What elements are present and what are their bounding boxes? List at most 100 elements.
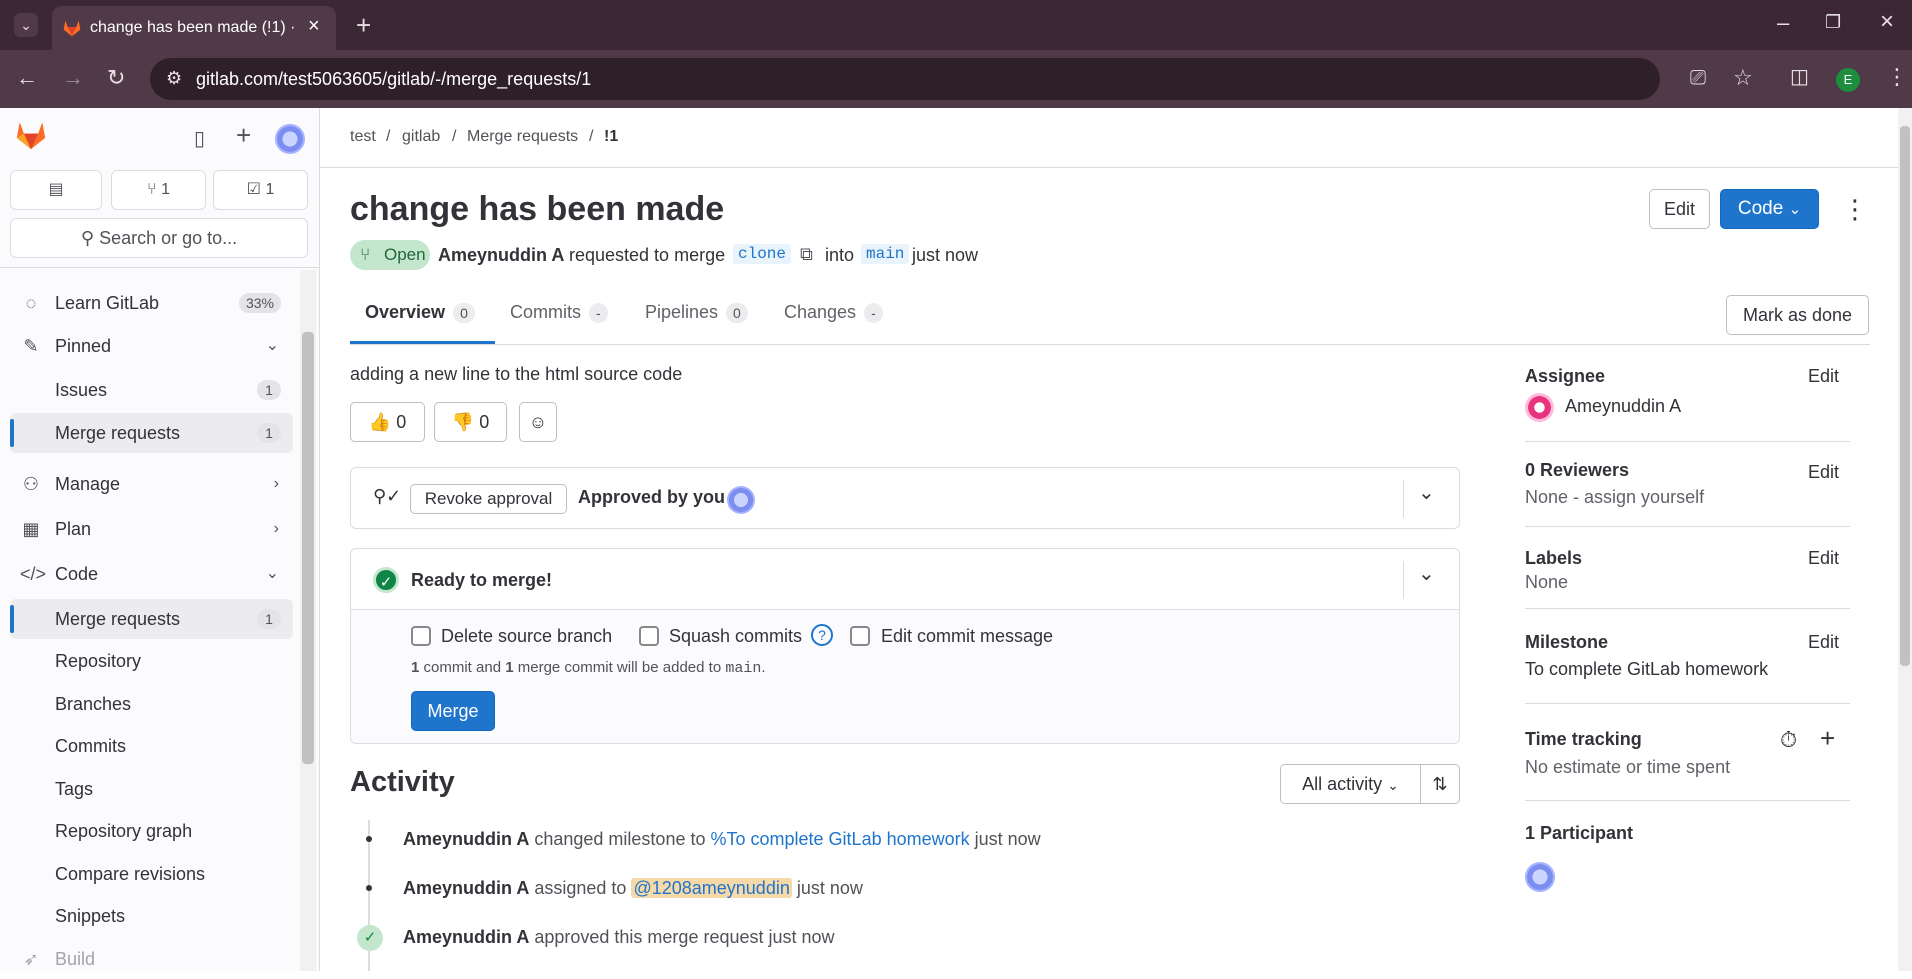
activity-author[interactable]: Ameynuddin A bbox=[403, 878, 529, 898]
approver-avatar[interactable] bbox=[727, 486, 755, 514]
merge-button[interactable]: Merge bbox=[411, 691, 495, 731]
profile-avatar[interactable]: E bbox=[1836, 68, 1860, 92]
thumbs-up-button[interactable]: 👍 0 bbox=[350, 402, 425, 442]
target-branch[interactable]: main bbox=[861, 244, 910, 264]
snippets-label: Snippets bbox=[55, 906, 126, 926]
sidebar-section-plan[interactable]: ▦ Plan › bbox=[10, 509, 293, 549]
user-mention-link[interactable]: @1208ameynuddin bbox=[631, 878, 792, 898]
assignee-edit-link[interactable]: Edit bbox=[1808, 366, 1839, 387]
search-icon: ⚲ bbox=[80, 228, 95, 248]
tab-overview[interactable]: Overview 0 bbox=[365, 302, 475, 323]
activity-author[interactable]: Ameynuddin A bbox=[403, 829, 529, 849]
sidebar-item-pinned-issues[interactable]: Issues 1 bbox=[10, 370, 293, 410]
milestone-link[interactable]: %To complete GitLab homework bbox=[711, 829, 970, 849]
stopwatch-icon[interactable]: ⏱ bbox=[1780, 727, 1797, 753]
milestone-value[interactable]: To complete GitLab homework bbox=[1525, 659, 1768, 680]
tab-commits[interactable]: Commits - bbox=[510, 302, 608, 323]
participants-heading: 1 Participant bbox=[1525, 823, 1634, 843]
gitlab-logo-icon[interactable] bbox=[14, 118, 48, 152]
restore-icon[interactable]: ❐ bbox=[1825, 13, 1841, 31]
copy-branch-icon[interactable]: ⧉ bbox=[800, 244, 813, 265]
sidebar-section-pinned[interactable]: ✎ Pinned ⌄ bbox=[10, 326, 293, 366]
activity-author[interactable]: Ameynuddin A bbox=[403, 927, 529, 947]
breadcrumb-item-mr[interactable]: !1 bbox=[604, 128, 618, 146]
sidebar-item-repository[interactable]: Repository bbox=[10, 641, 293, 681]
edit-button[interactable]: Edit bbox=[1649, 189, 1710, 229]
mark-as-done-button[interactable]: Mark as done bbox=[1726, 295, 1869, 335]
revoke-approval-button[interactable]: Revoke approval bbox=[410, 484, 567, 514]
assignee-name[interactable]: Ameynuddin A bbox=[1565, 396, 1681, 417]
sidebar-section-build[interactable]: ➶ Build bbox=[10, 939, 293, 979]
assigned-issues-button[interactable]: ▤ bbox=[10, 170, 102, 210]
browser-tab-active[interactable]: change has been made (!1) · Me × bbox=[52, 6, 336, 50]
browser-menu-icon[interactable]: ⋮ bbox=[1886, 66, 1908, 88]
tab-close-icon[interactable]: × bbox=[308, 15, 320, 38]
sidebar-item-compare-revisions[interactable]: Compare revisions bbox=[10, 854, 293, 894]
author-link[interactable]: Ameynuddin A bbox=[438, 245, 564, 266]
back-icon[interactable]: ← bbox=[16, 67, 38, 89]
assignee-avatar[interactable] bbox=[1525, 393, 1554, 422]
address-bar[interactable]: ⚙ gitlab.com/test5063605/gitlab/-/merge_… bbox=[150, 58, 1753, 100]
reviewers-value[interactable]: None - assign yourself bbox=[1525, 487, 1704, 508]
merge-requests-button[interactable]: ⑂ 1 bbox=[111, 170, 206, 210]
reload-icon[interactable]: ↻ bbox=[107, 67, 125, 89]
labels-edit-link[interactable]: Edit bbox=[1808, 548, 1839, 569]
participant-avatar[interactable] bbox=[1525, 862, 1555, 892]
sidebar-item-branches[interactable]: Branches bbox=[10, 684, 293, 724]
add-reaction-button[interactable]: ☺ bbox=[519, 402, 557, 442]
sidebar-item-commits[interactable]: Commits bbox=[10, 726, 293, 766]
breadcrumb-item-merge-requests[interactable]: Merge requests bbox=[467, 128, 578, 146]
sidebar-item-code-merge-requests[interactable]: Merge requests 1 bbox=[10, 599, 293, 639]
sidebar-section-code[interactable]: </> Code ⌄ bbox=[10, 554, 293, 594]
source-branch[interactable]: clone bbox=[733, 244, 792, 264]
minimize-icon[interactable]: – bbox=[1777, 12, 1789, 34]
code-dropdown-button[interactable]: Code ⌄ bbox=[1720, 189, 1819, 229]
close-window-icon[interactable]: × bbox=[1880, 10, 1894, 34]
edit-commit-message-checkbox[interactable] bbox=[850, 626, 870, 646]
sidebar-section-manage[interactable]: ⚇ Manage › bbox=[10, 464, 293, 504]
milestone-edit-link[interactable]: Edit bbox=[1808, 632, 1839, 653]
tab-list-chevron-icon[interactable]: ⌄ bbox=[14, 13, 38, 37]
edit-commit-message-label[interactable]: Edit commit message bbox=[881, 626, 1053, 647]
tab-changes[interactable]: Changes - bbox=[784, 302, 883, 323]
sidebar-item-pinned-merge-requests[interactable]: Merge requests 1 bbox=[10, 413, 293, 453]
sidebar-item-snippets[interactable]: Snippets bbox=[10, 896, 293, 936]
delete-source-branch-label[interactable]: Delete source branch bbox=[441, 626, 612, 647]
more-actions-icon[interactable]: ⋮ bbox=[1842, 194, 1868, 225]
page-scrollbar[interactable] bbox=[1898, 108, 1912, 971]
collapse-sidebar-icon[interactable]: ▯ bbox=[194, 126, 205, 151]
create-new-icon[interactable]: + bbox=[236, 120, 251, 151]
sidebar-item-tags[interactable]: Tags bbox=[10, 769, 293, 809]
add-time-icon[interactable]: + bbox=[1820, 723, 1835, 754]
sidebar-scrollbar[interactable] bbox=[300, 270, 316, 971]
bookmark-star-icon[interactable]: ☆ bbox=[1733, 67, 1753, 89]
help-icon[interactable]: ? bbox=[811, 624, 833, 646]
squash-commits-checkbox[interactable] bbox=[639, 626, 659, 646]
reviewers-edit-link[interactable]: Edit bbox=[1808, 462, 1839, 483]
learn-progress-badge: 33% bbox=[238, 293, 281, 313]
chevron-down-icon[interactable]: ⌄ bbox=[1418, 561, 1435, 586]
new-tab-icon[interactable]: + bbox=[356, 12, 371, 38]
chevron-down-icon[interactable]: ⌄ bbox=[1418, 480, 1435, 505]
breadcrumb-item-gitlab[interactable]: gitlab bbox=[402, 128, 440, 146]
sidebar-scrollbar-thumb[interactable] bbox=[302, 332, 314, 764]
install-app-icon[interactable]: ⎚ bbox=[1690, 68, 1706, 88]
sidebar-item-learn-gitlab[interactable]: ◌ Learn GitLab 33% bbox=[10, 283, 293, 323]
todo-button[interactable]: ☑ 1 bbox=[213, 170, 308, 210]
sort-order-button[interactable]: ⇅ bbox=[1420, 764, 1460, 804]
site-info-icon[interactable]: ⚙ bbox=[166, 69, 182, 87]
mr-time: just now bbox=[912, 245, 979, 265]
activity-filter-dropdown[interactable]: All activity ⌄ bbox=[1280, 764, 1421, 804]
forward-icon[interactable]: → bbox=[62, 67, 84, 89]
user-avatar[interactable] bbox=[275, 124, 305, 154]
sidebar-divider bbox=[0, 267, 320, 268]
delete-source-branch-checkbox[interactable] bbox=[411, 626, 431, 646]
squash-commits-label[interactable]: Squash commits bbox=[669, 626, 802, 647]
tab-pipelines[interactable]: Pipelines 0 bbox=[645, 302, 748, 323]
sidebar-item-repository-graph[interactable]: Repository graph bbox=[10, 811, 293, 851]
search-button[interactable]: ⚲ Search or go to... bbox=[10, 218, 308, 258]
side-panel-icon[interactable]: ◫ bbox=[1790, 67, 1809, 87]
page-scrollbar-thumb[interactable] bbox=[1900, 126, 1910, 666]
thumbs-down-button[interactable]: 👎 0 bbox=[434, 402, 507, 442]
breadcrumb-item-test[interactable]: test bbox=[350, 128, 376, 146]
